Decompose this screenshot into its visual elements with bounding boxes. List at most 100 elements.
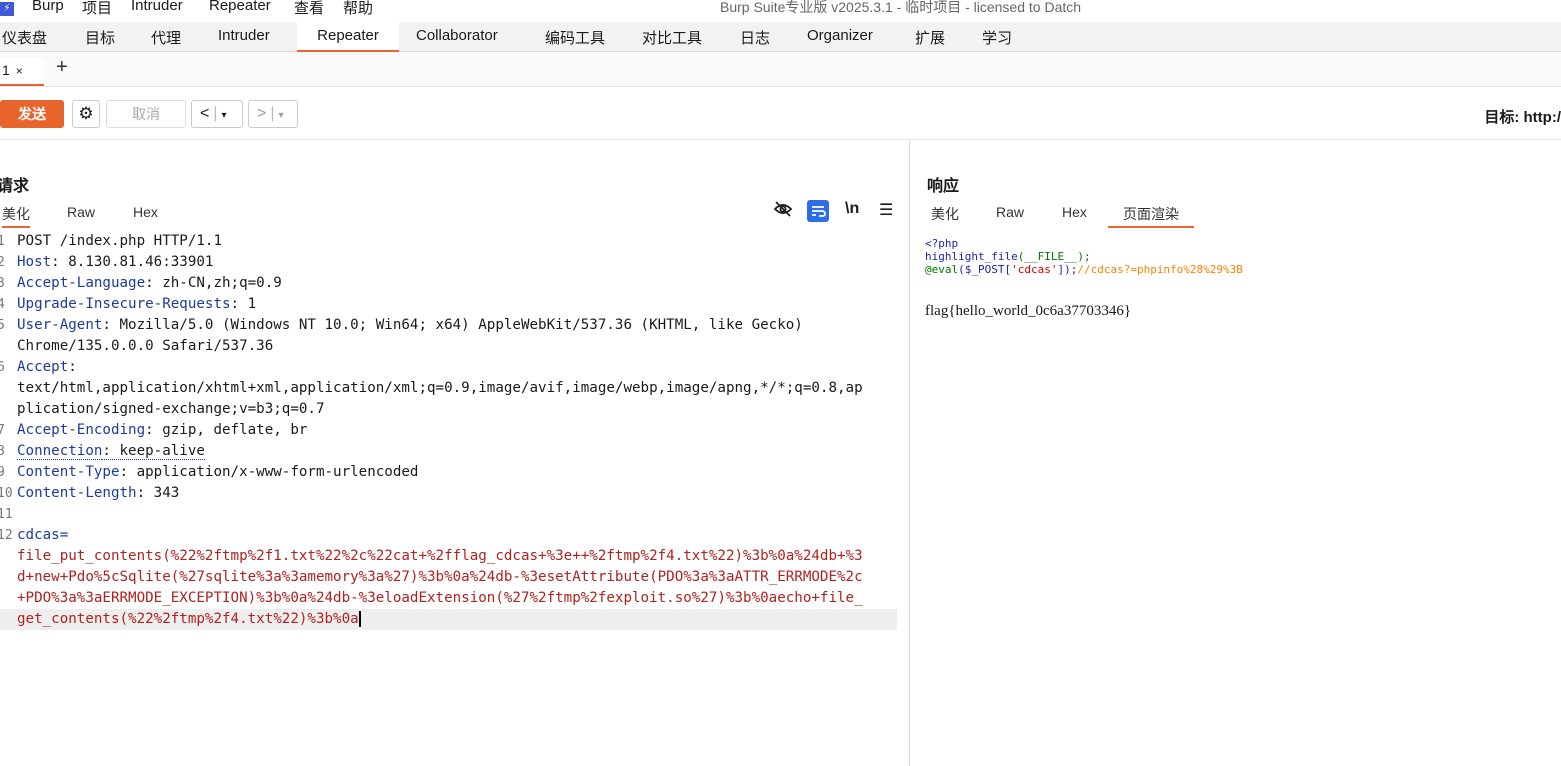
cancel-button[interactable]: 取消 — [106, 100, 186, 128]
request-line-text: POST /index.php HTTP/1.1 — [17, 233, 222, 249]
header-name: Accept — [17, 359, 69, 375]
repeater-subtabs: 1 × + — [0, 52, 1561, 87]
header-value: : 343 — [136, 485, 180, 501]
history-back-button[interactable]: < | ▾ — [191, 100, 243, 128]
request-line: 2 Host: 8.130.81.46:33901 — [0, 252, 910, 273]
php-eval: @eval — [925, 263, 959, 276]
line-number: 2 — [0, 255, 5, 270]
line-text: plication/signed-exchange;v=b3;q=0.7 — [17, 399, 325, 420]
newline-toggle[interactable]: \n — [845, 200, 859, 218]
line-number: 1 — [0, 234, 5, 249]
request-line: 5 User-Agent: Mozilla/5.0 (Windows NT 10.… — [0, 315, 910, 336]
line-number: 11 — [0, 507, 13, 522]
line-text: Accept-Language: zh-CN,zh;q=0.9 — [17, 273, 282, 294]
tab-logger[interactable]: 日志 — [740, 27, 770, 51]
response-tab-pretty[interactable]: 美化 — [931, 204, 959, 224]
line-text: Upgrade-Insecure-Requests: 1 — [17, 294, 256, 315]
param-value: +PDO%3a%3aERRMODE_EXCEPTION)%3b%0a%24db-… — [17, 590, 863, 606]
tab-learn[interactable]: 学习 — [982, 27, 1012, 51]
add-tab-button[interactable]: + — [56, 56, 68, 79]
header-continuation: text/html,application/xhtml+xml,applicat… — [17, 380, 863, 396]
tab-dashboard[interactable]: 仪表盘 — [2, 27, 47, 51]
tab-repeater[interactable]: Repeater — [297, 22, 399, 52]
response-tab-render[interactable]: 页面渲染 — [1108, 204, 1194, 228]
param-value: get_contents(%22%2ftmp%2f4.txt%22)%3b%0a — [17, 611, 359, 627]
php-open-tag: <?php — [925, 237, 959, 250]
line-number: 5 — [0, 318, 5, 333]
menu-help[interactable]: 帮助 — [343, 0, 373, 18]
response-tab-raw[interactable]: Raw — [996, 204, 1024, 220]
menu-project[interactable]: 项目 — [82, 0, 112, 18]
header-value: : — [68, 359, 77, 375]
tab-extensions[interactable]: 扩展 — [915, 27, 945, 51]
php-post: ($_POST[ — [958, 263, 1012, 276]
repeater-tab-1[interactable]: 1 × — [0, 58, 44, 86]
line-number: 10 — [0, 486, 13, 501]
tab-target[interactable]: 目标 — [85, 27, 115, 51]
response-tab-hex[interactable]: Hex — [1062, 204, 1087, 220]
param-name: cdcas — [17, 527, 60, 543]
php-args: (__FILE__); — [1017, 250, 1091, 263]
send-button[interactable]: 发送 — [0, 100, 64, 128]
line-number: 9 — [0, 465, 5, 480]
request-line: +PDO%3a%3aERRMODE_EXCEPTION)%3b%0a%24db-… — [0, 588, 910, 609]
request-tab-raw[interactable]: Raw — [67, 204, 95, 220]
request-line: d+new+Pdo%5cSqlite(%27sqlite%3a%3amemory… — [0, 567, 910, 588]
text-cursor — [358, 611, 361, 627]
history-forward-button[interactable]: > | ▾ — [248, 100, 298, 128]
wrap-icon[interactable] — [807, 200, 829, 227]
tab-organizer[interactable]: Organizer — [807, 27, 873, 51]
php-function: highlight_file — [925, 250, 1018, 263]
tab-intruder[interactable]: Intruder — [218, 27, 270, 51]
response-pane: 响应 美化 Raw Hex 页面渲染 <?php highlight_file(… — [911, 141, 1561, 766]
menu-repeater[interactable]: Repeater — [209, 0, 271, 14]
request-pane: 请求 美化 Raw Hex \n ☰ 1 POST /index.php HTTP… — [0, 141, 910, 766]
line-number: 3 — [0, 276, 5, 291]
request-tab-hex[interactable]: Hex — [133, 204, 158, 220]
settings-gear-icon[interactable]: ⚙ — [72, 100, 100, 128]
header-value: : gzip, deflate, br — [145, 422, 308, 438]
eye-off-icon[interactable] — [773, 200, 793, 223]
header-name: Content-Type — [17, 464, 120, 480]
line-text: Accept-Encoding: gzip, deflate, br — [17, 420, 307, 441]
tab-proxy[interactable]: 代理 — [151, 27, 181, 51]
rendered-source: <?php highlight_file(__FILE__); @eval($_… — [925, 237, 1243, 276]
menu-icon[interactable]: ☰ — [879, 200, 893, 220]
tab-collaborator[interactable]: Collaborator — [416, 27, 498, 51]
tab-comparer[interactable]: 对比工具 — [642, 27, 702, 51]
repeater-toolbar: 发送 ⚙ 取消 < | ▾ > | ▾ 目标: http:/ — [0, 88, 1561, 140]
menu-bar: ⚡ Burp 项目 Intruder Repeater 查看 帮助 Burp S… — [0, 0, 1561, 22]
request-line: 7 Accept-Encoding: gzip, deflate, br — [0, 420, 910, 441]
close-icon[interactable]: × — [16, 64, 23, 78]
menu-view[interactable]: 查看 — [294, 0, 324, 18]
line-text: file_put_contents(%22%2ftmp%2f1.txt%22%2… — [17, 546, 863, 567]
request-editor[interactable]: 1 POST /index.php HTTP/1.1 2 Host: 8.130.81… — [0, 231, 910, 766]
header-name: Upgrade-Insecure-Requests — [17, 296, 231, 312]
dropdown-arrow-icon: ▾ — [221, 110, 227, 121]
request-line: 10 Content-Length: 343 — [0, 483, 910, 504]
request-line: 9 Content-Type: application/x-www-form-ur… — [0, 462, 910, 483]
param-value: d+new+Pdo%5cSqlite(%27sqlite%3a%3amemory… — [17, 569, 863, 585]
line-text: cdcas= — [17, 525, 68, 546]
request-line: get_contents(%22%2ftmp%2f4.txt%22)%3b%0a — [0, 609, 897, 630]
request-tab-pretty[interactable]: 美化 — [2, 204, 30, 228]
menu-intruder[interactable]: Intruder — [131, 0, 183, 14]
param-value: file_put_contents(%22%2ftmp%2f1.txt%22%2… — [17, 548, 863, 564]
php-string: 'cdcas' — [1011, 263, 1058, 276]
header-name: User-Agent — [17, 317, 103, 333]
header-value: : Mozilla/5.0 (Windows NT 10.0; Win64; x… — [102, 317, 803, 333]
target-label[interactable]: 目标: http:/ — [1484, 106, 1561, 127]
line-text: User-Agent: Mozilla/5.0 (Windows NT 10.0… — [17, 315, 803, 336]
request-line: 1 POST /index.php HTTP/1.1 — [0, 231, 910, 252]
line-text: text/html,application/xhtml+xml,applicat… — [17, 378, 863, 399]
line-text: Content-Type: application/x-www-form-url… — [17, 462, 418, 483]
tab-decoder[interactable]: 编码工具 — [545, 27, 605, 51]
line-text: +PDO%3a%3aERRMODE_EXCEPTION)%3b%0a%24db-… — [17, 588, 863, 609]
main-tabs: 仪表盘 目标 代理 Intruder Repeater Collaborator… — [0, 22, 1561, 52]
menu-burp[interactable]: Burp — [32, 0, 64, 14]
header-continuation: Chrome/135.0.0.0 Safari/537.36 — [17, 338, 274, 354]
header-value: : 1 — [230, 296, 257, 312]
line-number: 4 — [0, 297, 5, 312]
burp-logo-icon: ⚡ — [0, 2, 14, 16]
chevron-left-icon: < — [200, 105, 210, 122]
